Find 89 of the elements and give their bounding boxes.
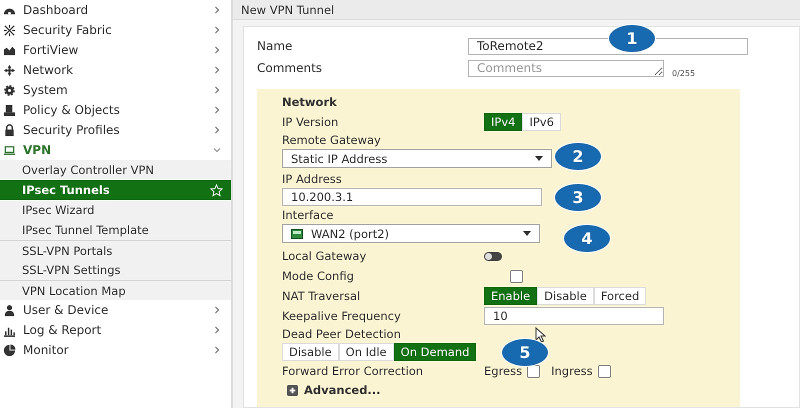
submenu-item[interactable]: IPsec Tunnel Template <box>0 220 231 240</box>
field-label: Forward Error Correction <box>282 364 424 378</box>
sidebar-item[interactable]: VPN <box>0 140 231 160</box>
dropdown[interactable]: WAN2 (port2) <box>282 224 540 243</box>
option-button[interactable]: IPv4 <box>484 113 522 131</box>
submenu-item[interactable]: Overlay Controller VPN <box>0 160 231 180</box>
sidebar-item-label: Dashboard <box>23 3 90 17</box>
chevron-right-icon <box>213 46 221 54</box>
sidebar-item[interactable]: Log & Report <box>0 320 231 340</box>
character-counter: 0/255 <box>672 68 696 78</box>
dropdown[interactable]: Static IP Address <box>282 149 552 168</box>
chevron-right-icon <box>213 346 221 354</box>
sidebar-item[interactable]: Security Profiles <box>0 120 231 140</box>
sidebar-item-label: System <box>23 83 69 97</box>
sidebar-item-label: Security Fabric <box>23 23 113 37</box>
sidebar-item-label: VPN <box>23 143 52 157</box>
chevron-right-icon <box>213 86 221 94</box>
chevron-right-icon <box>213 6 221 14</box>
sidebar-item[interactable]: Policy & Objects <box>0 100 231 120</box>
option-button[interactable]: Forced <box>594 287 646 305</box>
field-label: Keepalive Frequency <box>282 309 402 323</box>
checkbox[interactable] <box>598 364 611 378</box>
sidebar-item[interactable]: Monitor <box>0 340 231 360</box>
option-button[interactable]: Disable <box>282 343 339 361</box>
option-button[interactable]: Disable <box>537 287 594 305</box>
field-label: Local Gateway <box>282 249 368 263</box>
sidebar-item-label: FortiView <box>23 43 80 57</box>
chevron-down-icon <box>213 146 221 154</box>
field-label: Name <box>257 39 294 53</box>
sidebar-item[interactable]: Security Fabric <box>0 20 231 40</box>
plus-icon <box>287 384 298 396</box>
gear-icon <box>3 84 16 96</box>
field-label: Interface <box>282 207 334 224</box>
lock-icon <box>3 124 16 136</box>
field-label: NAT Traversal <box>282 289 362 303</box>
caret-icon <box>523 231 531 236</box>
checkbox-label: Ingress <box>551 364 593 378</box>
sidebar-item[interactable]: Network <box>0 60 231 80</box>
field-label: IP Version <box>282 115 340 129</box>
mouse-cursor-icon <box>535 327 547 343</box>
option-button[interactable]: IPv6 <box>522 113 561 131</box>
chevron-right-icon <box>213 326 221 334</box>
user-icon <box>3 304 16 316</box>
caret-icon <box>535 156 543 161</box>
fabric-icon <box>3 24 16 36</box>
sidebar-item-label: Policy & Objects <box>23 103 121 117</box>
field-label: Remote Gateway <box>282 132 382 149</box>
comments-field[interactable]: Comments <box>468 60 664 76</box>
sidebar-item-label: Network <box>23 63 74 77</box>
checkbox-label: Egress <box>484 364 522 378</box>
chevron-right-icon <box>213 106 221 114</box>
sidebar-item-label: Log & Report <box>23 323 102 337</box>
option-button[interactable]: Enable <box>484 287 538 305</box>
checkbox[interactable] <box>510 270 523 282</box>
option-button[interactable]: On Idle <box>338 343 394 361</box>
page-title: New VPN Tunnel <box>241 2 334 16</box>
field-label: Mode Config <box>282 269 355 283</box>
sidebar-item-label: User & Device <box>23 303 110 317</box>
text-field[interactable]: 10.200.3.1 <box>282 188 542 206</box>
toggle-switch[interactable] <box>484 252 502 260</box>
field-label: IP Address <box>282 171 343 188</box>
submenu-item[interactable]: VPN Location Map <box>0 280 231 300</box>
sidebar-item-label: Monitor <box>23 343 70 357</box>
submenu-item[interactable]: IPsec Wizard <box>0 200 231 220</box>
checkbox[interactable] <box>527 364 540 378</box>
field-label: Dead Peer Detection <box>282 326 402 343</box>
field-label: Comments <box>257 61 324 75</box>
section-heading: Network <box>282 94 338 111</box>
chevron-right-icon <box>213 66 221 74</box>
submenu-item[interactable]: IPsec Tunnels <box>0 180 231 200</box>
move-arrows-icon <box>3 64 16 76</box>
chevron-right-icon <box>213 306 221 314</box>
laptop-icon <box>3 144 16 156</box>
sidebar-item[interactable]: System <box>0 80 231 100</box>
sidebar-item-label: Security Profiles <box>23 123 121 137</box>
sidebar-item[interactable]: User & Device <box>0 300 231 320</box>
submenu-item[interactable]: SSL-VPN Portals <box>0 240 231 260</box>
documents-icon <box>3 104 16 116</box>
sidebar-item[interactable]: Dashboard <box>0 0 231 20</box>
chevron-right-icon <box>213 26 221 34</box>
sidebar-item[interactable]: FortiView <box>0 40 231 60</box>
port-icon <box>291 228 303 238</box>
submenu-item[interactable]: SSL-VPN Settings <box>0 260 231 280</box>
pie-chart-icon <box>3 344 16 356</box>
option-button[interactable]: On Demand <box>394 343 476 361</box>
advanced-toggle[interactable]: Advanced... <box>282 381 381 397</box>
star-icon[interactable] <box>210 184 223 196</box>
text-field[interactable]: 10 <box>484 307 664 325</box>
chevron-right-icon <box>213 126 221 134</box>
